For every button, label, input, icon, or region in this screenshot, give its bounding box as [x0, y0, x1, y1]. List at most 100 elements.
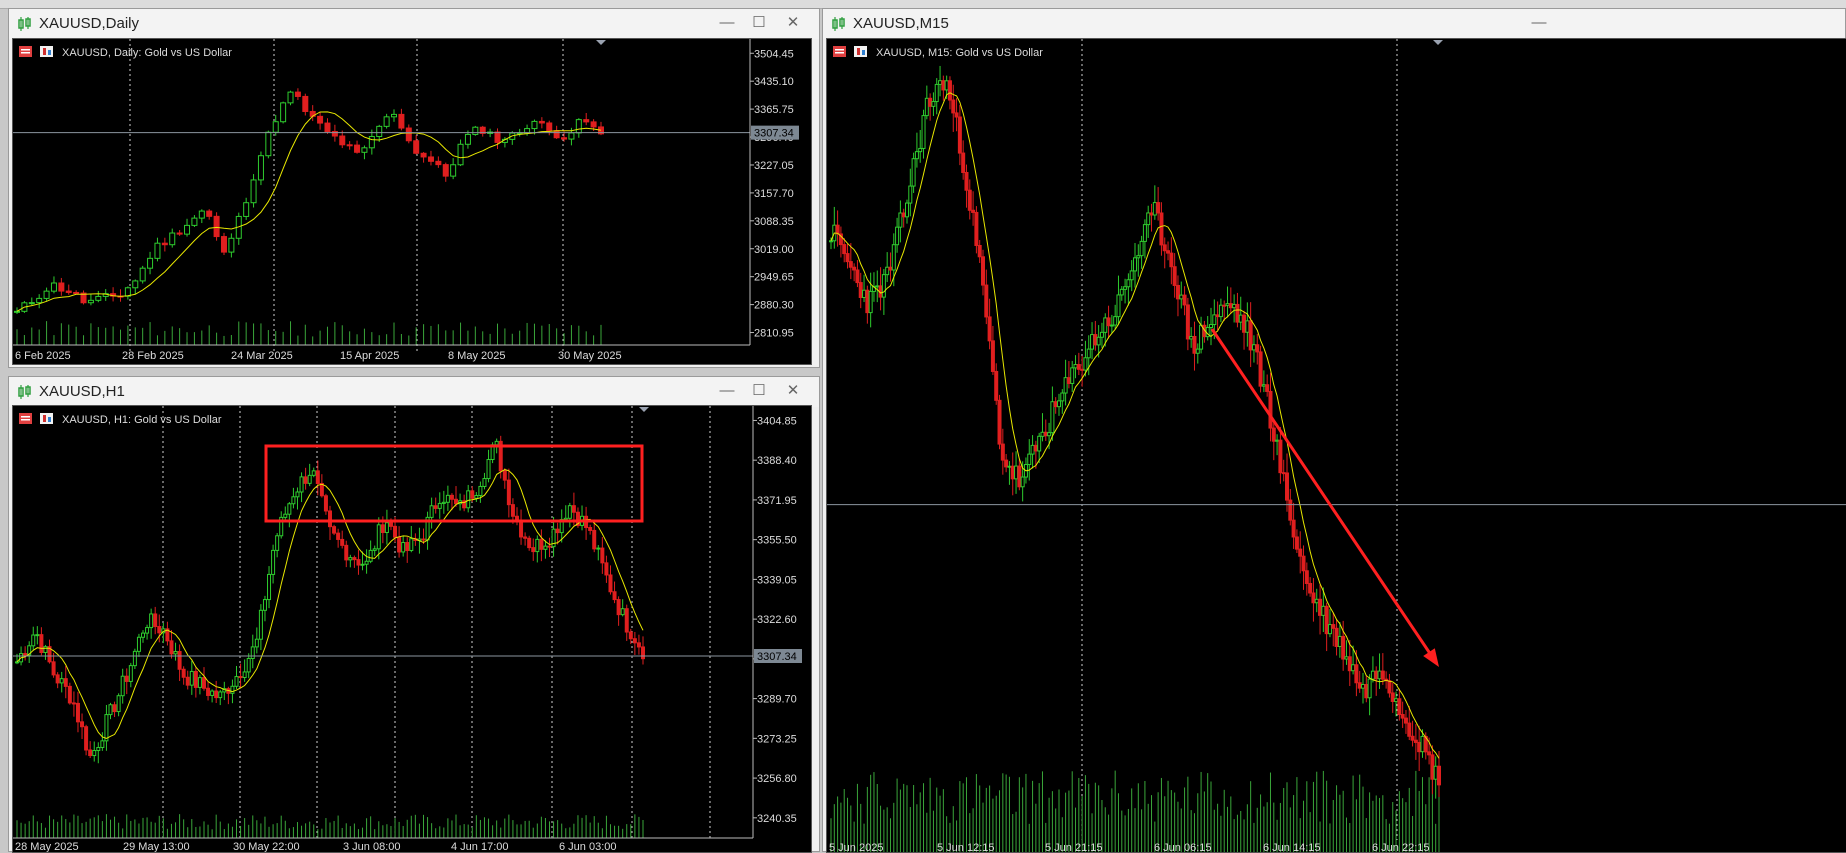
candle-body: [348, 557, 353, 561]
bullish-candle: [361, 145, 368, 160]
candle-body: [63, 678, 68, 687]
candle-body: [990, 340, 995, 372]
minimize-button[interactable]: —: [717, 13, 737, 33]
candle-body: [1175, 284, 1180, 300]
bullish-candle: [116, 693, 121, 717]
bearish-candle: [315, 460, 320, 496]
bullish-candle: [445, 485, 450, 511]
moving-average-line: [16, 111, 602, 312]
chart-window-h1[interactable]: XAUUSD,H1 — ☐ ✕ 3404.85 3388.40 3371.95 335…: [8, 376, 820, 853]
candle-body: [1268, 390, 1273, 429]
candle-body: [1033, 444, 1038, 452]
candle-body: [567, 505, 572, 519]
bearish-candle: [220, 232, 227, 256]
candle-body: [267, 573, 272, 601]
bearish-candle: [941, 75, 946, 101]
window-titlebar[interactable]: XAUUSD,Daily — ☐ ✕: [9, 9, 819, 39]
candle-body: [23, 653, 28, 656]
close-button[interactable]: ✕: [783, 381, 803, 401]
candle-body: [287, 91, 294, 104]
bullish-candle: [1073, 355, 1078, 379]
bullish-candle: [280, 101, 287, 124]
candle-body: [1096, 336, 1101, 346]
candle-body: [1334, 627, 1339, 647]
candle-body: [346, 144, 353, 147]
maximize-button[interactable]: ☐: [749, 13, 769, 33]
bearish-candle: [63, 665, 68, 699]
candle-body: [895, 226, 900, 246]
window-titlebar[interactable]: XAUUSD,H1 — ☐ ✕: [9, 377, 819, 407]
bullish-candle: [287, 90, 294, 106]
candle-body: [865, 289, 870, 314]
candle-body: [1318, 598, 1323, 616]
chart-window-daily[interactable]: XAUUSD,Daily — ☐ ✕ 3504.45 3435.10 3365.75…: [8, 8, 820, 368]
bullish-candle: [1109, 314, 1114, 334]
bullish-candle: [1099, 322, 1104, 348]
bearish-candle: [1080, 355, 1085, 387]
candle-body: [307, 474, 312, 484]
candle-body: [977, 244, 982, 258]
bearish-candle: [1175, 275, 1180, 317]
bearish-candle: [303, 467, 308, 490]
maximize-button[interactable]: ☐: [749, 381, 769, 401]
close-button[interactable]: ✕: [783, 13, 803, 33]
price-chart-h1[interactable]: 3404.85 3388.40 3371.95 3355.50 3339.05 3322.…: [12, 405, 812, 853]
bullish-candle: [911, 152, 916, 193]
bearish-candle: [641, 636, 645, 665]
candle-body: [324, 122, 331, 132]
bearish-candle: [1010, 452, 1015, 496]
candle-body: [1417, 741, 1422, 753]
price-chart-m15[interactable]: 5 Jun 2025 5 Jun 12:15 5 Jun 21:15 6 Jun 06…: [826, 38, 1846, 853]
bullish-candle: [391, 109, 398, 122]
bullish-candle: [575, 118, 582, 138]
candle-body: [250, 179, 257, 204]
candle-body: [583, 119, 590, 123]
bearish-candle: [110, 287, 117, 302]
bullish-candle: [368, 129, 375, 155]
candle-body: [317, 115, 324, 124]
minimize-button[interactable]: —: [717, 381, 737, 401]
bearish-candle: [1410, 720, 1415, 747]
candle-body: [568, 132, 575, 140]
candle-body: [1265, 384, 1270, 392]
bearish-candle: [161, 237, 168, 252]
candle-body: [120, 675, 125, 697]
candle-body: [283, 513, 288, 518]
window-titlebar[interactable]: XAUUSD,M15 —: [823, 9, 1845, 39]
candle-body: [311, 470, 316, 476]
candle-body: [482, 478, 487, 487]
chart-menu-icon: [833, 46, 846, 57]
minimize-button[interactable]: —: [1529, 13, 1549, 33]
bullish-candle: [429, 497, 434, 529]
candle-body: [1037, 435, 1042, 452]
window-title: XAUUSD,H1: [39, 383, 125, 400]
candle-body: [243, 202, 250, 217]
bullish-candle: [149, 608, 154, 639]
bearish-candle: [153, 606, 158, 635]
candle-body: [238, 676, 243, 679]
bullish-candle: [295, 487, 300, 510]
bearish-candle: [88, 741, 93, 758]
bullish-candle: [104, 704, 109, 751]
bullish-candle: [1152, 185, 1157, 220]
candle-body: [1271, 427, 1276, 442]
candle-body: [1437, 765, 1441, 786]
chart-window-m15[interactable]: XAUUSD,M15 — 5 Jun 2025 5 Jun 12:15 5 Jun …: [822, 8, 1846, 853]
candle-body: [1275, 439, 1280, 442]
candle-body: [1156, 202, 1161, 214]
candle-body: [1142, 224, 1147, 242]
time-label: 6 Jun 14:15: [1263, 842, 1321, 853]
bullish-candle: [198, 209, 205, 224]
bearish-candle: [1000, 428, 1005, 475]
candle-body: [339, 135, 346, 146]
price-tick-label: 3256.80: [757, 773, 797, 785]
bullish-candle: [258, 604, 263, 651]
candle-body: [214, 690, 219, 699]
candle-body: [449, 494, 454, 500]
bearish-candle: [1304, 562, 1309, 596]
bearish-candle: [997, 394, 1002, 450]
bearish-candle: [80, 713, 85, 740]
price-tick-label: 3339.05: [757, 574, 797, 586]
bearish-candle: [1364, 675, 1369, 703]
price-chart-daily[interactable]: 3504.453435.103365.753296.403227.053157.…: [12, 38, 812, 365]
